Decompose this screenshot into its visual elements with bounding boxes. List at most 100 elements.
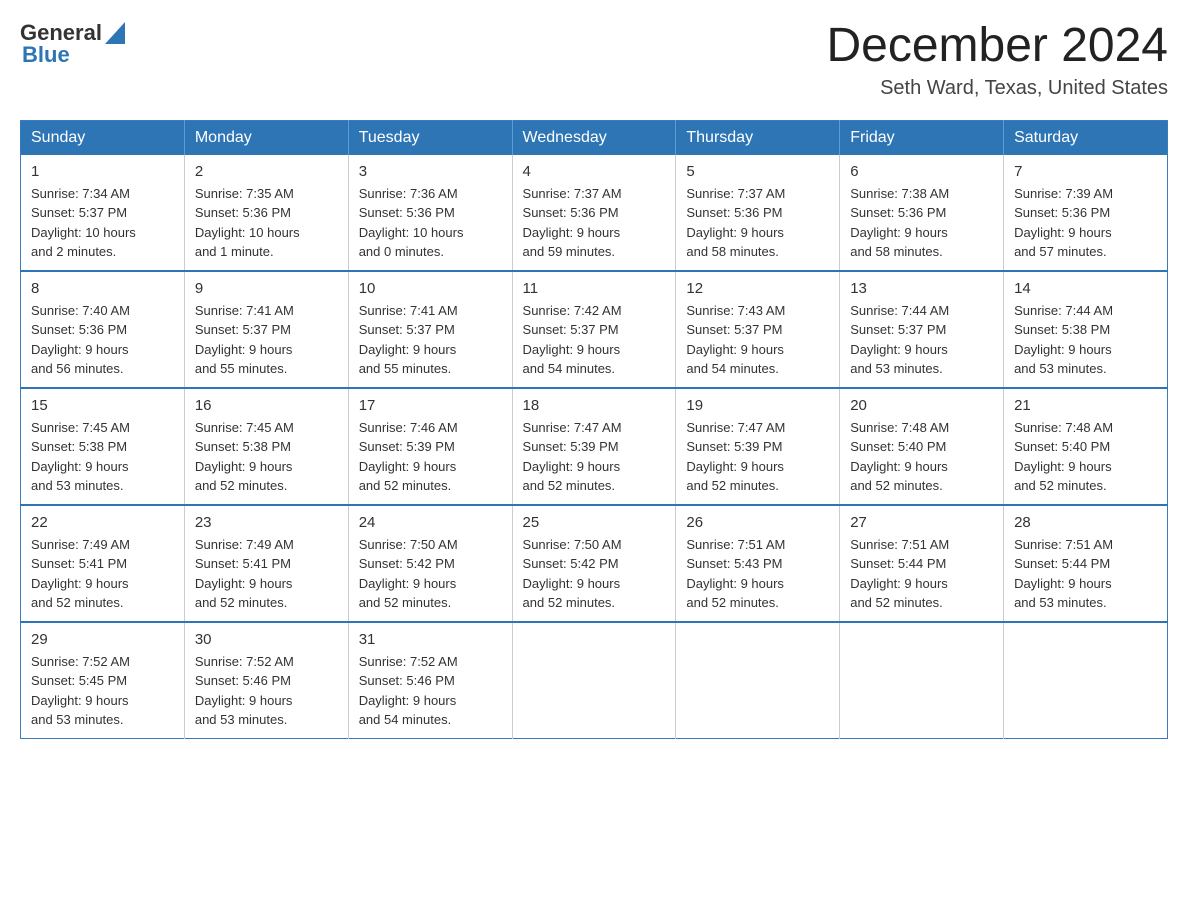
day-number: 28 — [1014, 514, 1157, 531]
calendar-week-row: 15 Sunrise: 7:45 AMSunset: 5:38 PMDaylig… — [21, 388, 1168, 505]
day-number: 16 — [195, 397, 338, 414]
day-info: Sunrise: 7:39 AMSunset: 5:36 PMDaylight:… — [1014, 186, 1113, 260]
day-info: Sunrise: 7:51 AMSunset: 5:43 PMDaylight:… — [686, 537, 785, 611]
day-number: 1 — [31, 163, 174, 180]
day-number: 8 — [31, 280, 174, 297]
day-info: Sunrise: 7:34 AMSunset: 5:37 PMDaylight:… — [31, 186, 136, 260]
calendar-day-cell: 4 Sunrise: 7:37 AMSunset: 5:36 PMDayligh… — [512, 155, 676, 271]
day-number: 22 — [31, 514, 174, 531]
day-number: 29 — [31, 631, 174, 648]
calendar-day-cell: 5 Sunrise: 7:37 AMSunset: 5:36 PMDayligh… — [676, 155, 840, 271]
calendar-day-cell: 12 Sunrise: 7:43 AMSunset: 5:37 PMDaylig… — [676, 271, 840, 388]
weekday-header-monday: Monday — [184, 120, 348, 155]
day-number: 14 — [1014, 280, 1157, 297]
calendar-day-cell: 6 Sunrise: 7:38 AMSunset: 5:36 PMDayligh… — [840, 155, 1004, 271]
day-info: Sunrise: 7:51 AMSunset: 5:44 PMDaylight:… — [850, 537, 949, 611]
calendar-week-row: 29 Sunrise: 7:52 AMSunset: 5:45 PMDaylig… — [21, 622, 1168, 739]
day-info: Sunrise: 7:40 AMSunset: 5:36 PMDaylight:… — [31, 303, 130, 377]
calendar-week-row: 8 Sunrise: 7:40 AMSunset: 5:36 PMDayligh… — [21, 271, 1168, 388]
calendar-week-row: 1 Sunrise: 7:34 AMSunset: 5:37 PMDayligh… — [21, 155, 1168, 271]
day-info: Sunrise: 7:52 AMSunset: 5:45 PMDaylight:… — [31, 654, 130, 728]
day-info: Sunrise: 7:47 AMSunset: 5:39 PMDaylight:… — [523, 420, 622, 494]
weekday-header-wednesday: Wednesday — [512, 120, 676, 155]
calendar-day-cell: 13 Sunrise: 7:44 AMSunset: 5:37 PMDaylig… — [840, 271, 1004, 388]
day-info: Sunrise: 7:52 AMSunset: 5:46 PMDaylight:… — [359, 654, 458, 728]
calendar-day-cell: 24 Sunrise: 7:50 AMSunset: 5:42 PMDaylig… — [348, 505, 512, 622]
day-info: Sunrise: 7:37 AMSunset: 5:36 PMDaylight:… — [523, 186, 622, 260]
day-info: Sunrise: 7:47 AMSunset: 5:39 PMDaylight:… — [686, 420, 785, 494]
day-number: 31 — [359, 631, 502, 648]
day-info: Sunrise: 7:37 AMSunset: 5:36 PMDaylight:… — [686, 186, 785, 260]
logo: General Blue — [20, 20, 127, 68]
calendar-day-cell: 21 Sunrise: 7:48 AMSunset: 5:40 PMDaylig… — [1004, 388, 1168, 505]
calendar-day-cell — [676, 622, 840, 739]
day-info: Sunrise: 7:43 AMSunset: 5:37 PMDaylight:… — [686, 303, 785, 377]
calendar-week-row: 22 Sunrise: 7:49 AMSunset: 5:41 PMDaylig… — [21, 505, 1168, 622]
calendar-day-cell: 25 Sunrise: 7:50 AMSunset: 5:42 PMDaylig… — [512, 505, 676, 622]
month-title: December 2024 — [826, 20, 1168, 73]
calendar-day-cell: 19 Sunrise: 7:47 AMSunset: 5:39 PMDaylig… — [676, 388, 840, 505]
calendar-day-cell: 23 Sunrise: 7:49 AMSunset: 5:41 PMDaylig… — [184, 505, 348, 622]
day-number: 20 — [850, 397, 993, 414]
weekday-header-tuesday: Tuesday — [348, 120, 512, 155]
day-number: 30 — [195, 631, 338, 648]
calendar-day-cell: 8 Sunrise: 7:40 AMSunset: 5:36 PMDayligh… — [21, 271, 185, 388]
day-number: 23 — [195, 514, 338, 531]
day-number: 9 — [195, 280, 338, 297]
day-info: Sunrise: 7:48 AMSunset: 5:40 PMDaylight:… — [1014, 420, 1113, 494]
day-info: Sunrise: 7:46 AMSunset: 5:39 PMDaylight:… — [359, 420, 458, 494]
day-number: 18 — [523, 397, 666, 414]
calendar-day-cell: 20 Sunrise: 7:48 AMSunset: 5:40 PMDaylig… — [840, 388, 1004, 505]
logo-triangle-icon — [105, 22, 125, 44]
location-subtitle: Seth Ward, Texas, United States — [826, 77, 1168, 100]
day-info: Sunrise: 7:36 AMSunset: 5:36 PMDaylight:… — [359, 186, 464, 260]
calendar-day-cell — [512, 622, 676, 739]
calendar-day-cell: 22 Sunrise: 7:49 AMSunset: 5:41 PMDaylig… — [21, 505, 185, 622]
day-info: Sunrise: 7:41 AMSunset: 5:37 PMDaylight:… — [195, 303, 294, 377]
day-info: Sunrise: 7:45 AMSunset: 5:38 PMDaylight:… — [31, 420, 130, 494]
title-block: December 2024 Seth Ward, Texas, United S… — [826, 20, 1168, 100]
day-info: Sunrise: 7:41 AMSunset: 5:37 PMDaylight:… — [359, 303, 458, 377]
calendar-day-cell: 10 Sunrise: 7:41 AMSunset: 5:37 PMDaylig… — [348, 271, 512, 388]
day-info: Sunrise: 7:45 AMSunset: 5:38 PMDaylight:… — [195, 420, 294, 494]
day-number: 3 — [359, 163, 502, 180]
day-number: 4 — [523, 163, 666, 180]
day-number: 25 — [523, 514, 666, 531]
calendar-day-cell: 15 Sunrise: 7:45 AMSunset: 5:38 PMDaylig… — [21, 388, 185, 505]
calendar-day-cell: 3 Sunrise: 7:36 AMSunset: 5:36 PMDayligh… — [348, 155, 512, 271]
calendar-day-cell: 2 Sunrise: 7:35 AMSunset: 5:36 PMDayligh… — [184, 155, 348, 271]
weekday-header-row: SundayMondayTuesdayWednesdayThursdayFrid… — [21, 120, 1168, 155]
day-info: Sunrise: 7:44 AMSunset: 5:37 PMDaylight:… — [850, 303, 949, 377]
day-info: Sunrise: 7:38 AMSunset: 5:36 PMDaylight:… — [850, 186, 949, 260]
calendar-day-cell: 28 Sunrise: 7:51 AMSunset: 5:44 PMDaylig… — [1004, 505, 1168, 622]
weekday-header-saturday: Saturday — [1004, 120, 1168, 155]
day-number: 5 — [686, 163, 829, 180]
calendar-day-cell: 30 Sunrise: 7:52 AMSunset: 5:46 PMDaylig… — [184, 622, 348, 739]
day-number: 11 — [523, 280, 666, 297]
calendar-day-cell: 26 Sunrise: 7:51 AMSunset: 5:43 PMDaylig… — [676, 505, 840, 622]
day-number: 24 — [359, 514, 502, 531]
day-number: 12 — [686, 280, 829, 297]
calendar-day-cell: 31 Sunrise: 7:52 AMSunset: 5:46 PMDaylig… — [348, 622, 512, 739]
day-info: Sunrise: 7:35 AMSunset: 5:36 PMDaylight:… — [195, 186, 300, 260]
weekday-header-sunday: Sunday — [21, 120, 185, 155]
day-number: 21 — [1014, 397, 1157, 414]
day-info: Sunrise: 7:44 AMSunset: 5:38 PMDaylight:… — [1014, 303, 1113, 377]
calendar-day-cell: 1 Sunrise: 7:34 AMSunset: 5:37 PMDayligh… — [21, 155, 185, 271]
calendar-day-cell: 27 Sunrise: 7:51 AMSunset: 5:44 PMDaylig… — [840, 505, 1004, 622]
day-number: 26 — [686, 514, 829, 531]
calendar-day-cell: 7 Sunrise: 7:39 AMSunset: 5:36 PMDayligh… — [1004, 155, 1168, 271]
day-number: 27 — [850, 514, 993, 531]
calendar-table: SundayMondayTuesdayWednesdayThursdayFrid… — [20, 120, 1168, 739]
day-number: 7 — [1014, 163, 1157, 180]
weekday-header-friday: Friday — [840, 120, 1004, 155]
day-info: Sunrise: 7:51 AMSunset: 5:44 PMDaylight:… — [1014, 537, 1113, 611]
day-info: Sunrise: 7:50 AMSunset: 5:42 PMDaylight:… — [523, 537, 622, 611]
calendar-day-cell: 9 Sunrise: 7:41 AMSunset: 5:37 PMDayligh… — [184, 271, 348, 388]
day-info: Sunrise: 7:49 AMSunset: 5:41 PMDaylight:… — [195, 537, 294, 611]
calendar-day-cell: 29 Sunrise: 7:52 AMSunset: 5:45 PMDaylig… — [21, 622, 185, 739]
day-info: Sunrise: 7:50 AMSunset: 5:42 PMDaylight:… — [359, 537, 458, 611]
calendar-day-cell: 17 Sunrise: 7:46 AMSunset: 5:39 PMDaylig… — [348, 388, 512, 505]
day-number: 13 — [850, 280, 993, 297]
calendar-day-cell — [1004, 622, 1168, 739]
